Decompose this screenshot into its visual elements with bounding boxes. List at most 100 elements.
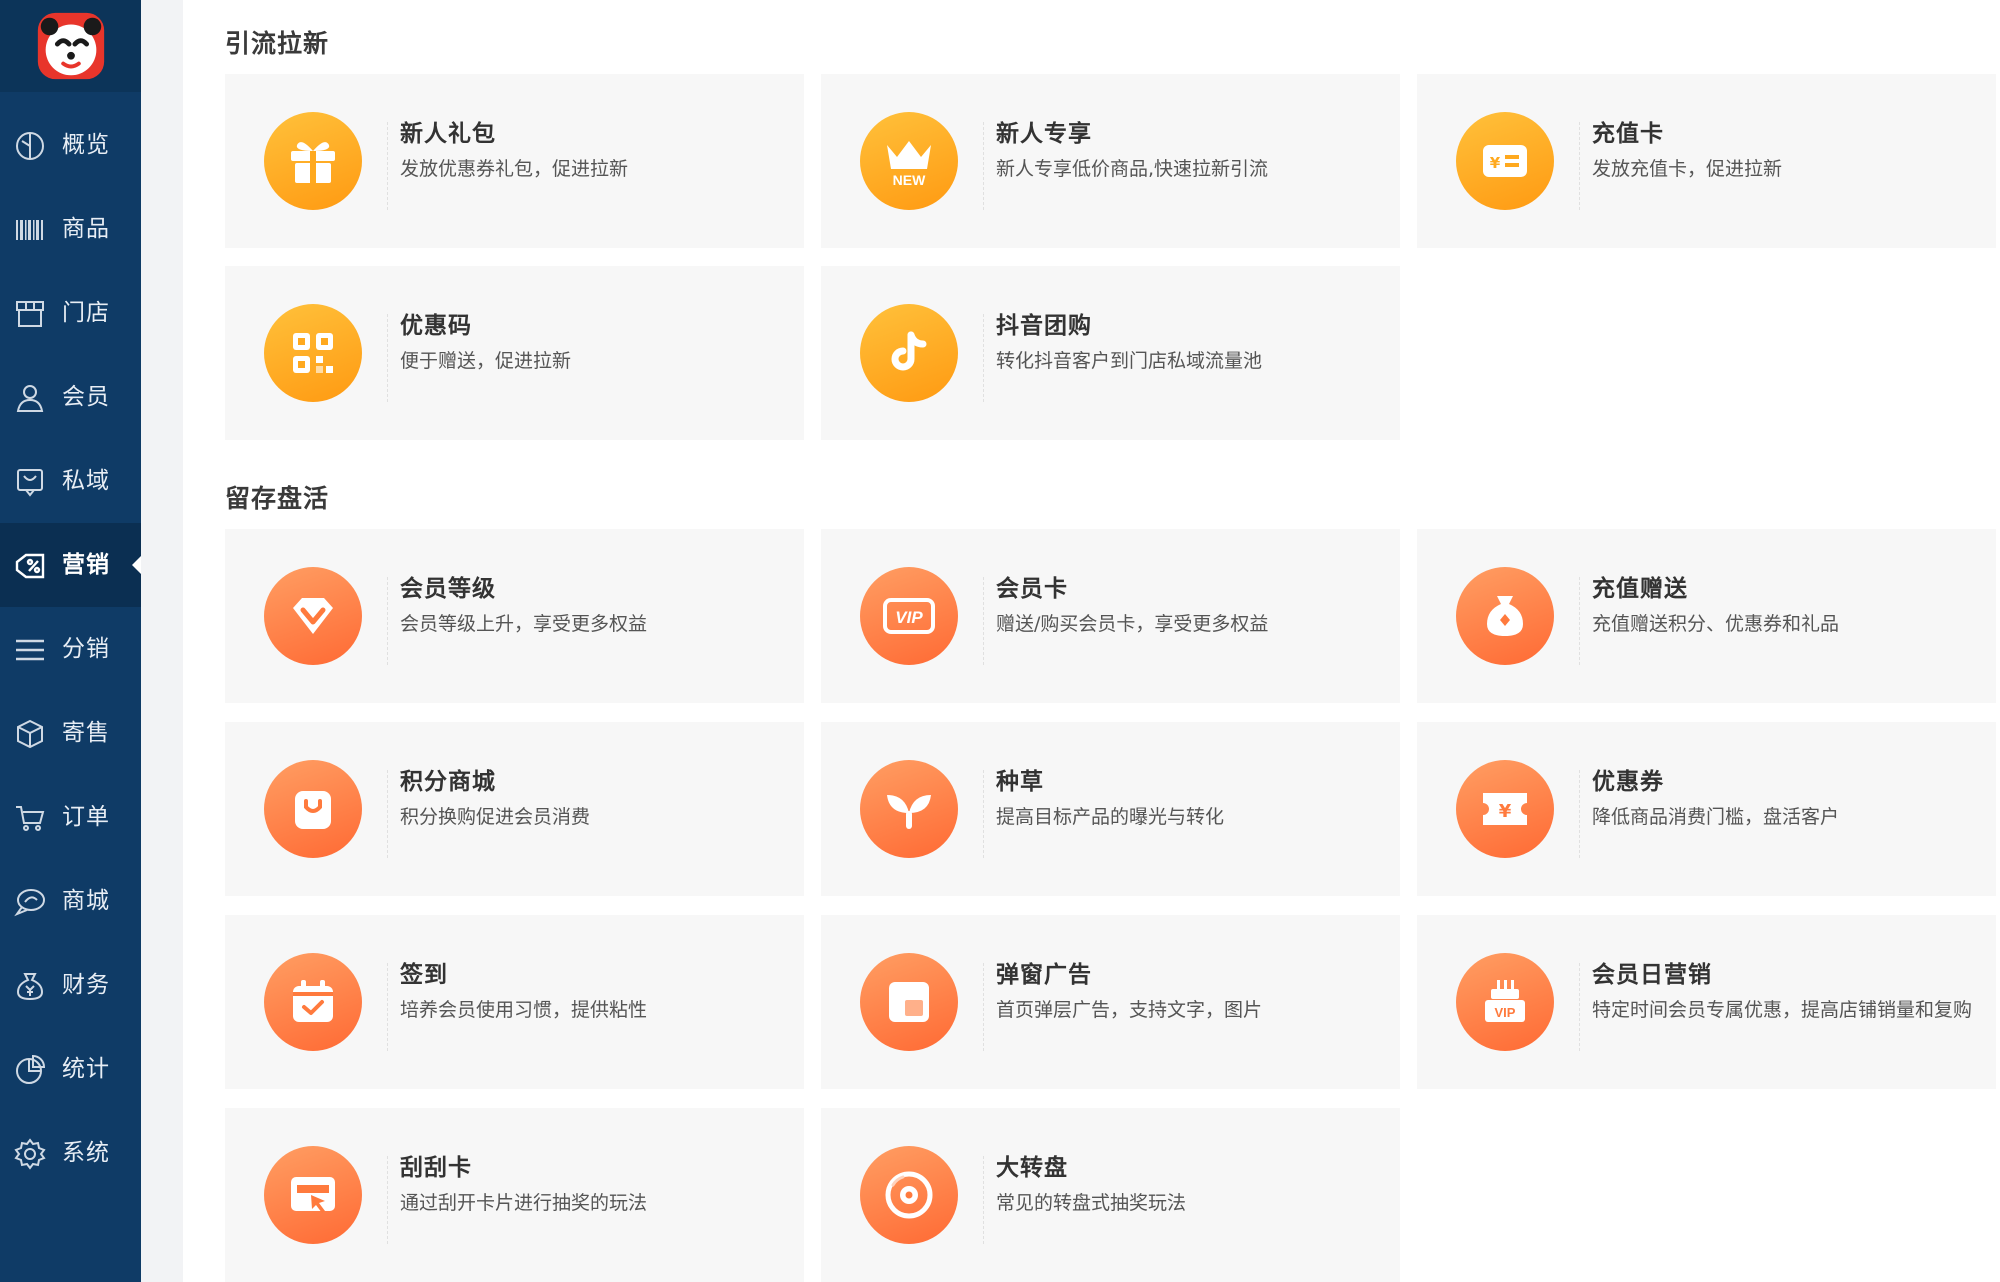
card-divider (1579, 577, 1580, 665)
card-title: 充值赠送 (1592, 576, 1688, 602)
card-title: 会员等级 (400, 576, 496, 602)
card-recharge-bonus[interactable]: 充值赠送 充值赠送积分、优惠券和礼品 (1417, 529, 1996, 703)
sidebar-item-overview[interactable]: 概览 (0, 103, 141, 187)
card-desc: 特定时间会员专属优惠，提高店铺销量和复购 (1592, 999, 1973, 1021)
card-desc: 积分换购促进会员消费 (400, 806, 591, 828)
sidebar-item-label: 商城 (62, 888, 110, 914)
barcode-icon (14, 214, 46, 246)
user-icon (14, 382, 46, 414)
coupon-icon: ¥ (1456, 760, 1554, 858)
sidebar-item-stores[interactable]: 门店 (0, 271, 141, 355)
card-new-user-exclusive[interactable]: NEW 新人专享 新人专享低价商品,快速拉新引流 (821, 74, 1400, 248)
card-promo-code[interactable]: 优惠码 便于赠送，促进拉新 (225, 266, 804, 440)
card-desc: 赠送/购买会员卡，享受更多权益 (996, 613, 1269, 635)
card-desc: 常见的转盘式抽奖玩法 (996, 1192, 1187, 1214)
sprout-icon (860, 760, 958, 858)
sidebar-item-private-domain[interactable]: 私域 (0, 439, 141, 523)
card-divider (387, 122, 388, 210)
card-lucky-wheel[interactable]: 大转盘 常见的转盘式抽奖玩法 (821, 1108, 1400, 1282)
card-title: 大转盘 (996, 1155, 1068, 1181)
card-desc: 提高目标产品的曝光与转化 (996, 806, 1225, 828)
sidebar-item-consignment[interactable]: 寄售 (0, 691, 141, 775)
sidebar-item-label: 概览 (62, 132, 110, 158)
sidebar-item-marketing[interactable]: 营销 (0, 523, 141, 607)
card-title: 会员卡 (996, 576, 1068, 602)
shopping-bag-icon (264, 760, 362, 858)
card-divider (983, 122, 984, 210)
chat-icon (14, 886, 46, 918)
sidebar-item-label: 门店 (62, 300, 110, 326)
card-divider (387, 314, 388, 402)
card-divider (1579, 963, 1580, 1051)
card-popup-ad[interactable]: 弹窗广告 首页弹层广告，支持文字，图片 (821, 915, 1400, 1089)
sidebar-item-statistics[interactable]: 统计 (0, 1027, 141, 1111)
card-divider (983, 770, 984, 858)
card-desc: 通过刮开卡片进行抽奖的玩法 (400, 1192, 648, 1214)
card-title: 签到 (400, 962, 448, 988)
new-crown-icon: NEW (860, 112, 958, 210)
sidebar-item-label: 分销 (62, 636, 110, 662)
card-title: 充值卡 (1592, 121, 1664, 147)
sidebar-item-label: 营销 (62, 552, 110, 578)
sidebar-item-label: 商品 (62, 216, 110, 242)
panda-logo-icon (37, 12, 104, 80)
card-douyin-group-buy[interactable]: 抖音团购 转化抖音客户到门店私域流量池 (821, 266, 1400, 440)
vip-cake-icon: VIP (1456, 953, 1554, 1051)
vip-card-icon: VIP (860, 567, 958, 665)
main-content: 引流拉新 新人礼包 发放优惠券礼包，促进拉新 NEW 新人专享 新人专享低价商品… (183, 0, 2000, 1282)
gear-icon (14, 1138, 46, 1170)
card-divider (387, 577, 388, 665)
discount-icon (14, 550, 46, 582)
card-desc: 发放优惠券礼包，促进拉新 (400, 158, 629, 180)
section-title-acquisition: 引流拉新 (225, 29, 330, 58)
gift-icon (264, 112, 362, 210)
card-check-in[interactable]: 签到 培养会员使用习惯，提供粘性 (225, 915, 804, 1089)
card-title: 会员日营销 (1592, 962, 1712, 988)
card-scratch-card[interactable]: 刮刮卡 通过刮开卡片进行抽奖的玩法 (225, 1108, 804, 1282)
scratch-card-icon (264, 1146, 362, 1244)
sidebar-item-system[interactable]: 系统 (0, 1111, 141, 1195)
card-desc: 会员等级上升，享受更多权益 (400, 613, 648, 635)
menu-icon (14, 634, 46, 666)
card-divider (387, 963, 388, 1051)
badge-text: VIP (1495, 1005, 1516, 1020)
card-new-user-gift[interactable]: 新人礼包 发放优惠券礼包，促进拉新 (225, 74, 804, 248)
logo[interactable] (0, 0, 141, 92)
card-member-day-marketing[interactable]: VIP 会员日营销 特定时间会员专属优惠，提高店铺销量和复购 (1417, 915, 1996, 1089)
card-seeding[interactable]: 种草 提高目标产品的曝光与转化 (821, 722, 1400, 896)
section-title-retention: 留存盘活 (225, 484, 330, 513)
card-recharge-card[interactable]: ¥ 充值卡 发放充值卡，促进拉新 (1417, 74, 1996, 248)
card-member-level[interactable]: 会员等级 会员等级上升，享受更多权益 (225, 529, 804, 703)
calendar-check-icon (264, 953, 362, 1051)
card-points-mall[interactable]: 积分商城 积分换购促进会员消费 (225, 722, 804, 896)
card-coupon[interactable]: ¥ 优惠券 降低商品消费门槛，盘活客户 (1417, 722, 1996, 896)
badge-text: VIP (895, 608, 923, 627)
card-desc: 首页弹层广告，支持文字，图片 (996, 999, 1263, 1021)
sidebar-item-label: 会员 (62, 384, 110, 410)
content-gutter (141, 0, 183, 1282)
cart-icon (14, 802, 46, 834)
card-member-card[interactable]: VIP 会员卡 赠送/购买会员卡，享受更多权益 (821, 529, 1400, 703)
app-root: 概览 商品 门店 会员 私域 营销 分销 寄售 订单 商城 财务 统计 系统 引… (0, 0, 2000, 1282)
active-indicator (132, 556, 141, 574)
sidebar-item-label: 私域 (62, 468, 110, 494)
card-desc: 新人专享低价商品,快速拉新引流 (996, 158, 1269, 180)
sidebar-item-products[interactable]: 商品 (0, 187, 141, 271)
sidebar-item-orders[interactable]: 订单 (0, 775, 141, 859)
badge-text: NEW (893, 172, 926, 188)
card-desc: 转化抖音客户到门店私域流量池 (996, 350, 1263, 372)
private-domain-icon (14, 466, 46, 498)
sidebar-item-finance[interactable]: 财务 (0, 943, 141, 1027)
sidebar-item-distribution[interactable]: 分销 (0, 607, 141, 691)
store-icon (14, 298, 46, 330)
svg-text:¥: ¥ (1499, 801, 1512, 822)
card-title: 弹窗广告 (996, 962, 1092, 988)
card-desc: 降低商品消费门槛，盘活客户 (1592, 806, 1840, 828)
card-desc: 发放充值卡，促进拉新 (1592, 158, 1783, 180)
money-bag-icon (1456, 567, 1554, 665)
sidebar-item-members[interactable]: 会员 (0, 355, 141, 439)
diamond-icon (264, 567, 362, 665)
sidebar-item-mall[interactable]: 商城 (0, 859, 141, 943)
card-divider (387, 1156, 388, 1244)
pie-chart-icon (14, 1054, 46, 1086)
